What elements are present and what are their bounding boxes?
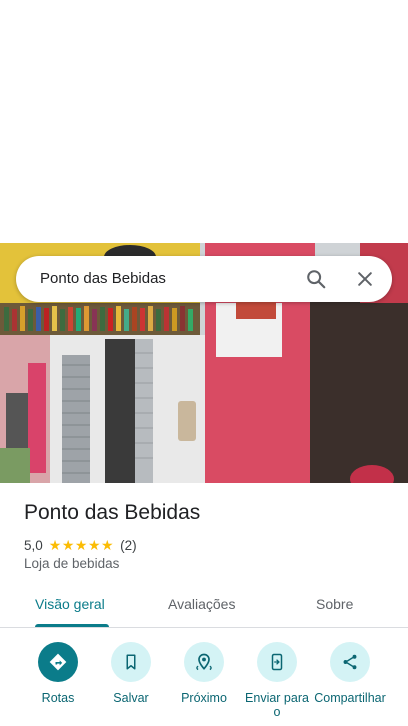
star-icon: ★ (101, 537, 114, 553)
nearby-label: Próximo (181, 691, 227, 705)
share-label: Compartilhar (314, 691, 386, 705)
send-to-phone-button[interactable]: Enviar para o (237, 642, 317, 719)
star-icon: ★ (61, 537, 75, 553)
star-icon: ★ (87, 537, 101, 553)
review-count: (2) (120, 537, 137, 553)
rating-value: 5,0 (24, 537, 43, 553)
directions-icon (38, 642, 78, 682)
bookmark-icon (111, 642, 151, 682)
directions-label: Rotas (41, 691, 75, 705)
close-icon[interactable] (351, 265, 379, 293)
place-title: Ponto das Bebidas (24, 501, 201, 524)
save-label: Salvar (113, 691, 149, 705)
star-icon: ★ (74, 537, 88, 553)
tab-about[interactable]: Sobre (316, 596, 353, 612)
action-bar: Rotas Salvar Próximo Enviar para o Compa… (0, 628, 408, 726)
share-button[interactable]: Compartilhar (310, 642, 390, 705)
search-icon[interactable] (302, 265, 330, 293)
tab-overview[interactable]: Visão geral (35, 596, 105, 612)
nearby-icon (184, 642, 224, 682)
tab-reviews[interactable]: Avaliações (168, 596, 235, 612)
nearby-button[interactable]: Próximo (164, 642, 244, 705)
share-icon (330, 642, 370, 682)
rating-stars: ★ ★ ★ ★ ★ (49, 538, 114, 552)
search-bar[interactable]: Ponto das Bebidas (16, 256, 392, 302)
send-to-phone-label: Enviar para o (245, 691, 309, 719)
search-input[interactable]: Ponto das Bebidas (40, 270, 166, 287)
send-to-phone-icon (257, 642, 297, 682)
place-tabs: Visão geral Avaliações Sobre (0, 582, 408, 628)
active-tab-indicator (35, 624, 109, 627)
directions-button[interactable]: Rotas (18, 642, 98, 705)
save-button[interactable]: Salvar (91, 642, 171, 705)
star-icon: ★ (48, 537, 62, 553)
rating-row[interactable]: 5,0 ★ ★ ★ ★ ★ (2) (24, 536, 137, 554)
place-category: Loja de bebidas (24, 556, 120, 571)
map-area-blank (0, 0, 408, 243)
